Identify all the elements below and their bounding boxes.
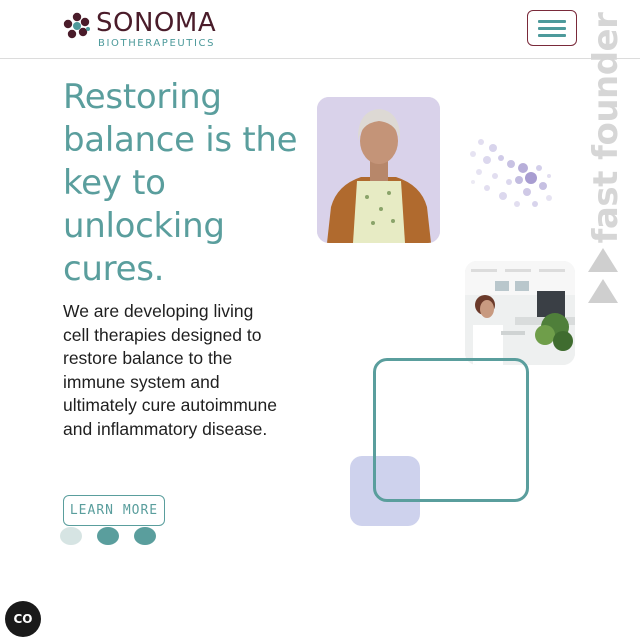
woman-portrait-illustration — [317, 97, 440, 243]
site-header: SONOMA BIOTHERAPEUTICS — [0, 0, 640, 59]
cookie-consent-label: CO — [13, 612, 33, 626]
side-watermark: fast founder — [584, 13, 628, 244]
triangle-up-icon — [588, 279, 618, 303]
decorative-outline-square — [373, 358, 529, 502]
cookie-consent-button[interactable]: CO — [5, 601, 41, 637]
carousel-dot-active[interactable] — [97, 527, 119, 545]
hamburger-menu-icon — [538, 20, 566, 23]
hamburger-menu-icon — [538, 34, 566, 37]
triangle-up-icon — [588, 248, 618, 272]
brand-tagline: BIOTHERAPEUTICS — [98, 38, 216, 49]
hero-headline: Restoring balance is the key to unlockin… — [63, 77, 298, 289]
brand-logo[interactable]: SONOMA BIOTHERAPEUTICS — [62, 8, 216, 50]
logo-mark-icon — [63, 12, 90, 39]
office-scene-illustration — [465, 261, 575, 365]
carousel-dot[interactable] — [134, 527, 156, 545]
learn-more-button[interactable]: LEARN MORE — [63, 495, 165, 526]
molecule-cluster-graphic — [465, 134, 555, 216]
brand-name: SONOMA — [96, 8, 217, 38]
carousel-dot[interactable] — [60, 527, 82, 545]
brand-text: SONOMA BIOTHERAPEUTICS — [96, 8, 216, 50]
menu-button[interactable] — [527, 10, 577, 46]
office-photo — [465, 261, 575, 365]
dot-cluster-icon — [470, 139, 552, 207]
side-watermark-text: fast founder — [586, 12, 626, 244]
portrait-photo — [317, 97, 440, 243]
hamburger-menu-icon — [538, 27, 566, 30]
hero-body-text: We are developing living cell therapies … — [63, 301, 277, 439]
